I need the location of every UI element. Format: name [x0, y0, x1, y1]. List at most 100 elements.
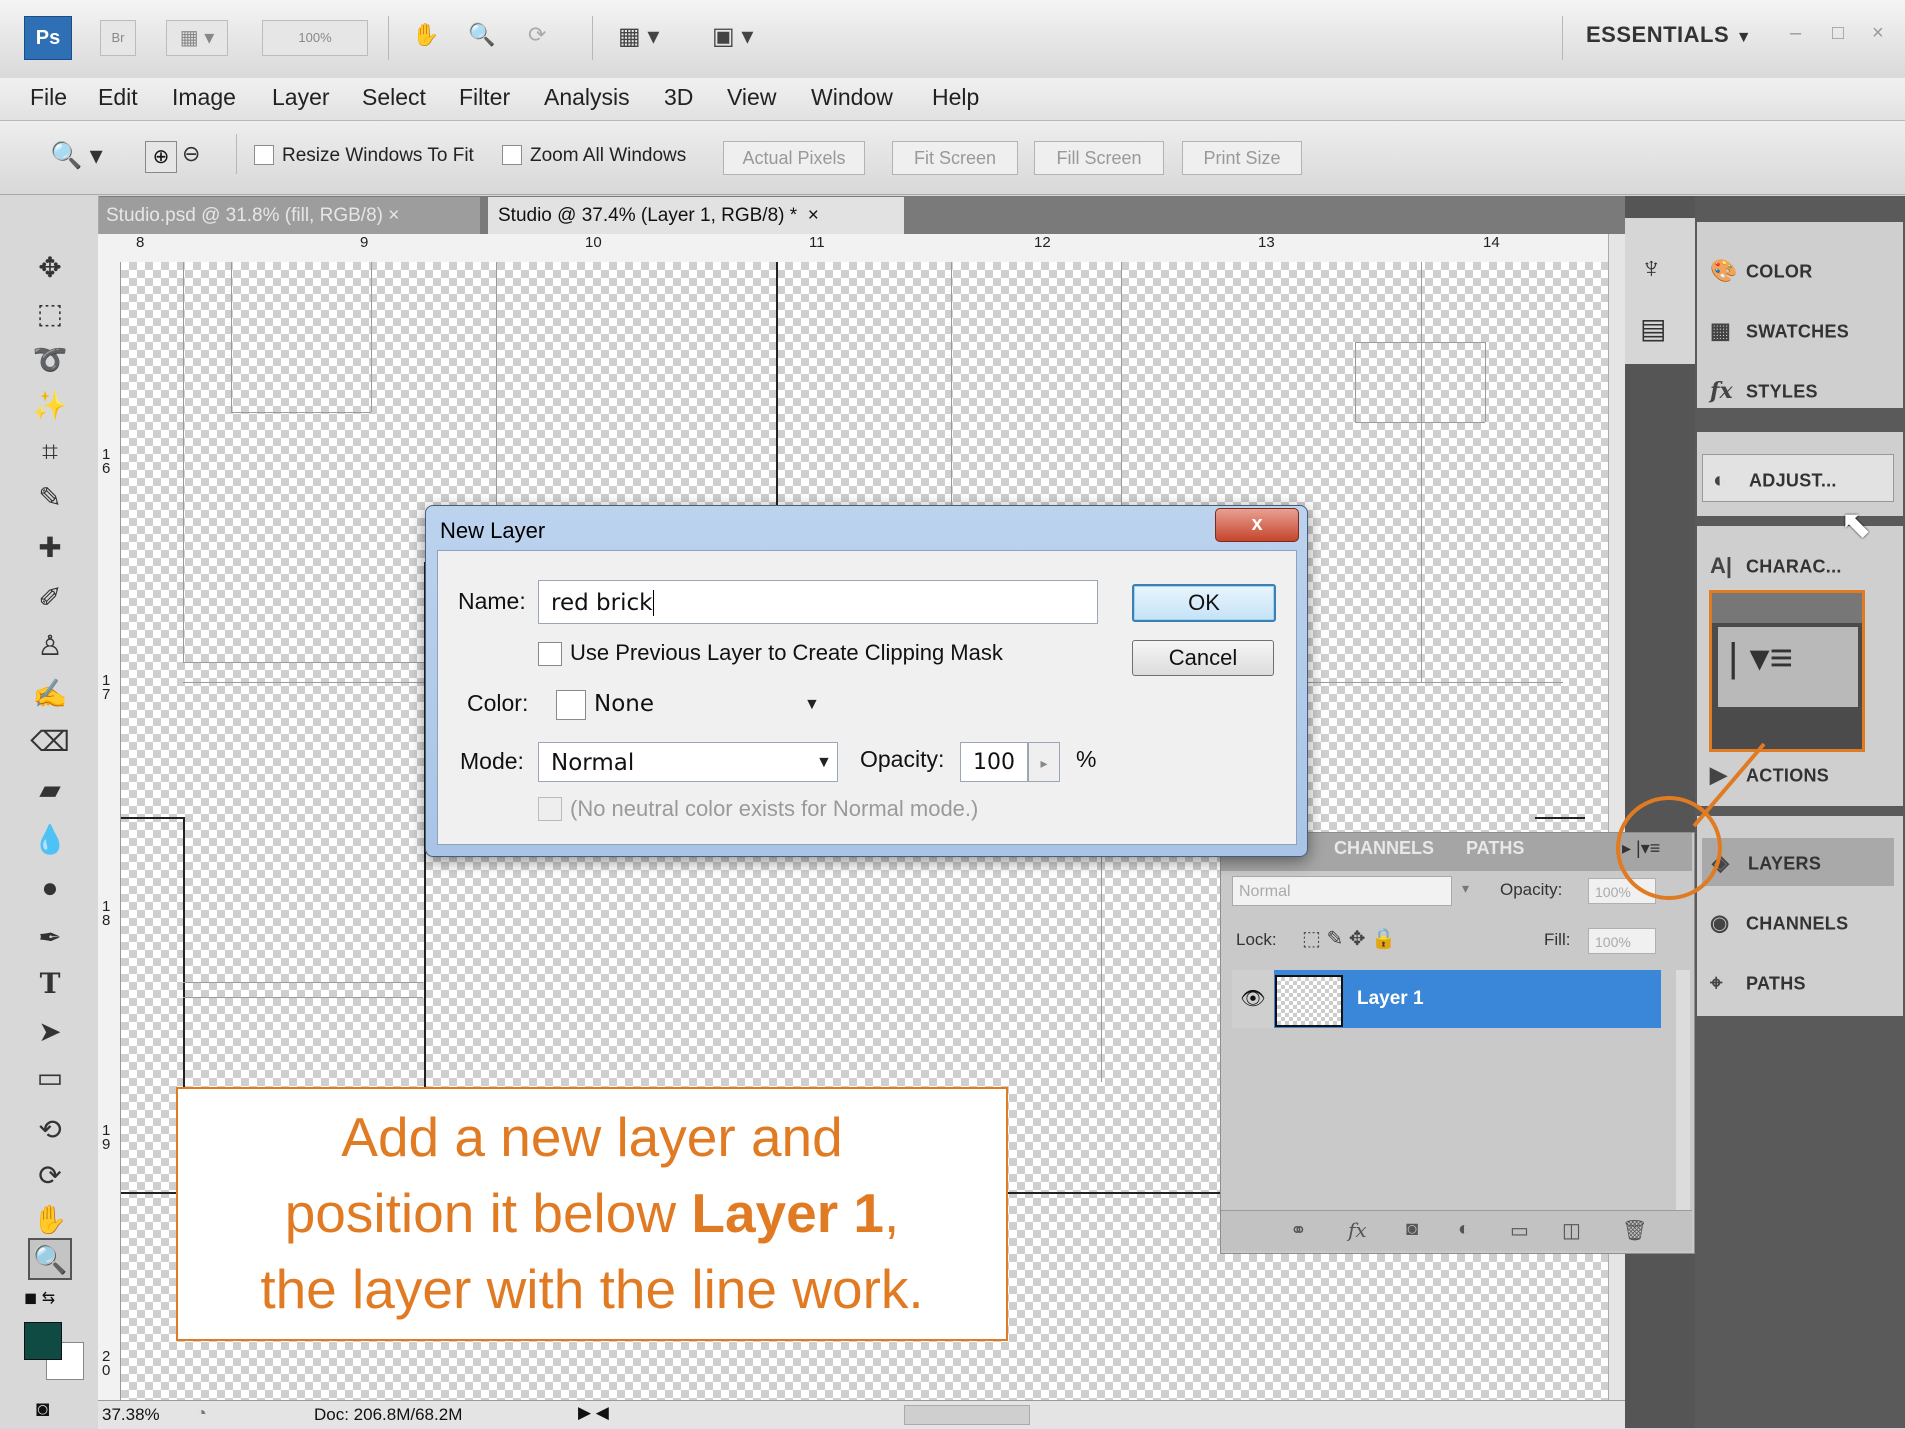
blur-tool-icon[interactable]: 💧 [28, 820, 72, 860]
status-zoom[interactable]: 37.38% [102, 1405, 160, 1425]
panel-paths[interactable]: ⌖ PATHS [1710, 958, 1806, 1006]
panel-color[interactable]: 🎨 COLOR [1710, 246, 1813, 294]
resize-windows-checkbox[interactable] [254, 145, 274, 165]
marquee-tool-icon[interactable]: ⬚ [28, 294, 72, 334]
hand-tool-icon[interactable]: ✋ [28, 1200, 72, 1240]
magic-wand-tool-icon[interactable]: ✨ [28, 386, 72, 426]
tab-channels[interactable]: CHANNELS [1334, 838, 1434, 859]
new-layer-icon[interactable]: ◫ [1562, 1218, 1581, 1243]
3d-orbit-tool-icon[interactable]: ⟳ [28, 1156, 72, 1196]
horizontal-scroll-thumb[interactable] [904, 1405, 1030, 1425]
move-tool-icon[interactable]: ✥ [28, 248, 72, 288]
layer-name[interactable]: Layer 1 [1357, 988, 1424, 1010]
neutral-color-checkbox[interactable] [538, 797, 562, 821]
tab-studio-psd[interactable]: Studio.psd @ 31.8% (fill, RGB/8) × [96, 197, 480, 234]
quick-mask-icon[interactable]: ◙ [36, 1396, 49, 1422]
layers-scrollbar[interactable] [1676, 970, 1690, 1210]
print-size-button[interactable]: Print Size [1182, 141, 1302, 175]
navigator-icon[interactable]: ♆ [1640, 252, 1663, 286]
workspace-switcher[interactable]: ESSENTIALS ▼ [1586, 22, 1752, 48]
rotate-view-icon[interactable]: ⟳ [528, 22, 546, 48]
menu-view[interactable]: View [727, 84, 776, 111]
zoom-in-icon[interactable]: ⊕ [145, 141, 177, 173]
cancel-button[interactable]: Cancel [1132, 640, 1274, 676]
eyedropper-tool-icon[interactable]: ✎ [28, 478, 72, 518]
panel-adjustments[interactable]: ◐ ADJUST... [1702, 454, 1894, 502]
zoom-out-icon[interactable]: ⊖ [182, 141, 200, 167]
history-brush-tool-icon[interactable]: ✍ [28, 674, 72, 714]
zoom-tool-preset-icon[interactable]: 🔍 ▾ [50, 140, 103, 171]
opacity-slider-arrow[interactable]: ▸ [1028, 742, 1060, 782]
zoom-all-windows-checkbox[interactable] [502, 145, 522, 165]
clone-stamp-tool-icon[interactable]: ♙ [28, 626, 72, 666]
blend-mode-dropdown[interactable]: Normal [1232, 876, 1452, 906]
panel-swatches[interactable]: ▦ SWATCHES [1710, 306, 1849, 354]
maximize-icon[interactable]: □ [1832, 22, 1844, 45]
crop-tool-icon[interactable]: ⌗ [28, 432, 72, 472]
lasso-tool-icon[interactable]: ➰ [28, 340, 72, 380]
menu-analysis[interactable]: Analysis [544, 84, 630, 111]
tab-close-icon[interactable]: × [388, 205, 399, 226]
dodge-tool-icon[interactable]: ● [28, 868, 72, 908]
tab-paths[interactable]: PATHS [1466, 838, 1524, 859]
panel-channels[interactable]: ◉ CHANNELS [1710, 898, 1848, 946]
menu-filter[interactable]: Filter [459, 84, 510, 111]
gradient-tool-icon[interactable]: ▰ [28, 770, 72, 810]
delete-layer-icon[interactable]: 🗑 [1622, 1218, 1647, 1243]
tab-studio-layer1[interactable]: Studio @ 37.4% (Layer 1, RGB/8) * × [488, 197, 904, 234]
new-group-icon[interactable]: ▭ [1510, 1218, 1529, 1243]
dialog-close-button[interactable]: x [1215, 508, 1299, 542]
zoom-level-dropdown[interactable]: 100% [262, 20, 368, 56]
fill-screen-button[interactable]: Fill Screen [1034, 141, 1164, 175]
clone-source-icon[interactable]: ▤ [1640, 312, 1666, 345]
menu-layer[interactable]: Layer [272, 84, 330, 111]
menu-3d[interactable]: 3D [664, 84, 693, 111]
visibility-eye-icon[interactable]: 👁 [1232, 970, 1274, 1028]
arrange-documents-icon[interactable]: ▦ ▾ [618, 22, 659, 51]
clipping-mask-checkbox[interactable] [538, 642, 562, 666]
fill-field[interactable]: 100% [1588, 928, 1656, 954]
close-icon[interactable]: × [1872, 22, 1884, 45]
tab-close-icon[interactable]: × [808, 205, 819, 226]
menu-select[interactable]: Select [362, 84, 426, 111]
minimize-icon[interactable]: – [1790, 22, 1801, 45]
foreground-color-swatch[interactable] [24, 1322, 62, 1360]
default-colors-icon[interactable]: ◼ ⇆ [24, 1288, 55, 1308]
zoom-tool-icon[interactable]: 🔍 [468, 22, 495, 48]
lock-options-icon[interactable]: ⬚ ✎ ✥ 🔒 [1302, 926, 1396, 951]
layer-mask-icon[interactable]: ◙ [1406, 1218, 1418, 1241]
menu-window[interactable]: Window [811, 84, 893, 111]
bridge-button[interactable]: Br [100, 20, 136, 56]
layer-name-input[interactable]: red brick [538, 580, 1098, 624]
panel-character[interactable]: A| CHARAC... [1710, 541, 1842, 589]
healing-brush-tool-icon[interactable]: ✚ [28, 528, 72, 568]
layer-style-icon[interactable]: fx [1348, 1218, 1367, 1242]
shape-tool-icon[interactable]: ▭ [28, 1058, 72, 1098]
layer-thumbnail[interactable] [1275, 975, 1343, 1027]
zoom-tool-icon[interactable]: 🔍 [28, 1238, 72, 1280]
3d-rotate-tool-icon[interactable]: ⟲ [28, 1110, 72, 1150]
adjustment-layer-icon[interactable]: ◐ [1458, 1218, 1470, 1241]
brush-tool-icon[interactable]: ✐ [28, 578, 72, 618]
status-info-icon[interactable]: ◔ [196, 1403, 207, 1424]
eraser-tool-icon[interactable]: ⌫ [28, 722, 72, 762]
menu-image[interactable]: Image [172, 84, 236, 111]
panel-layers[interactable]: ◈ LAYERS [1702, 838, 1894, 886]
panel-styles[interactable]: fx STYLES [1710, 366, 1818, 414]
opacity-input[interactable]: 100 [960, 742, 1028, 782]
menu-help[interactable]: Help [932, 84, 979, 111]
hand-tool-icon[interactable]: ✋ [412, 22, 439, 48]
status-menu-arrow-icon[interactable]: ▶ ◀ [578, 1403, 609, 1423]
mode-dropdown[interactable]: Normal [538, 742, 838, 782]
view-extras-button[interactable]: ▦ ▾ [166, 20, 228, 56]
screen-mode-icon[interactable]: ▣ ▾ [712, 22, 753, 51]
fit-screen-button[interactable]: Fit Screen [892, 141, 1018, 175]
ok-button[interactable]: OK [1132, 584, 1276, 622]
menu-file[interactable]: File [30, 84, 67, 111]
actual-pixels-button[interactable]: Actual Pixels [723, 141, 865, 175]
menu-edit[interactable]: Edit [98, 84, 138, 111]
pen-tool-icon[interactable]: ✒ [28, 918, 72, 958]
path-selection-tool-icon[interactable]: ➤ [28, 1012, 72, 1052]
link-layers-icon[interactable]: ⚭ [1290, 1218, 1307, 1243]
type-tool-icon[interactable]: T [28, 964, 72, 1004]
